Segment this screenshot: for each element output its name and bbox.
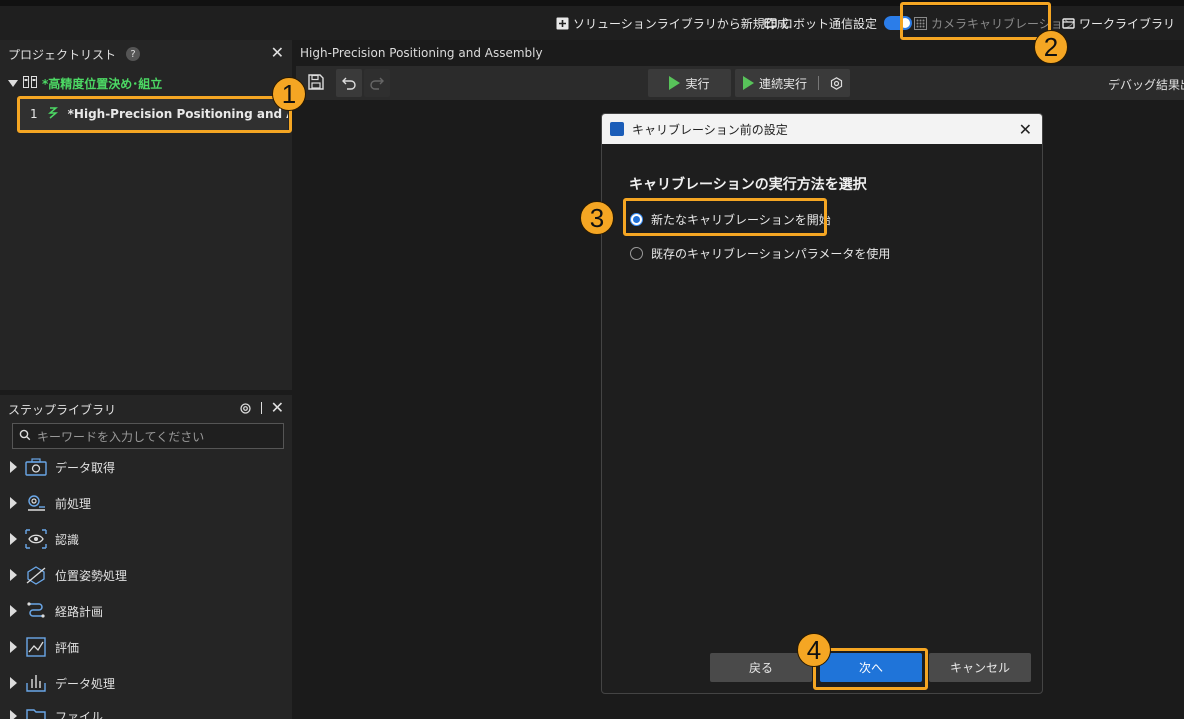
radio-selected-icon[interactable]: [630, 213, 643, 226]
data-icon: [25, 673, 47, 693]
work-library-button[interactable]: ワークライブラリ: [1062, 12, 1175, 34]
continuous-run-button[interactable]: 連続実行: [735, 69, 850, 97]
step-library-title: ステップライブラリ: [8, 402, 117, 417]
top-bar: ソリューションライブラリから新規作成 ロボット通信設定 カメラキャリブレーション…: [0, 0, 1184, 40]
expand-icon[interactable]: [10, 497, 17, 509]
step-category-label: 位置姿勢処理: [55, 568, 128, 583]
play-icon: [743, 76, 754, 90]
save-icon[interactable]: [308, 74, 324, 93]
dialog-title-bar: キャリブレーション前の設定 ✕: [602, 114, 1042, 144]
expand-icon[interactable]: [10, 641, 17, 653]
pin-icon[interactable]: [261, 402, 262, 414]
divider: [818, 76, 820, 90]
close-icon[interactable]: ✕: [1019, 120, 1032, 139]
project-group[interactable]: *高精度位置決め･組立: [8, 75, 162, 92]
cancel-button[interactable]: キャンセル: [929, 653, 1031, 682]
continuous-run-label: 連続実行: [759, 76, 808, 91]
radio-existing-parameters[interactable]: 既存のキャリブレーションパラメータを使用: [630, 245, 890, 262]
step-badge-4: 4: [797, 633, 831, 667]
undo-icon[interactable]: [336, 69, 362, 97]
step-category-preprocess[interactable]: 前処理: [10, 493, 91, 513]
step-category-label: データ処理: [55, 676, 116, 691]
solution-icon: [23, 76, 37, 91]
radio-new-calibration[interactable]: 新たなキャリブレーションを開始: [630, 211, 831, 228]
chart-icon: [25, 637, 47, 657]
project-list-panel: プロジェクトリスト ? ✕ *高精度位置決め･組立: [0, 40, 292, 390]
step-category-label: 前処理: [55, 496, 92, 511]
robot-comm-toggle[interactable]: [884, 16, 913, 30]
dialog-heading: キャリブレーションの実行方法を選択: [629, 177, 867, 193]
step-category-file[interactable]: ファイル: [10, 706, 103, 719]
robot-comm-button[interactable]: ロボット通信設定: [764, 12, 913, 34]
radio-new-calibration-label: 新たなキャリブレーションを開始: [651, 213, 831, 227]
expand-icon[interactable]: [10, 569, 17, 581]
project-list-item[interactable]: 1 *High-Precision Positioning and Asse..…: [18, 98, 288, 130]
project-item-name: *High-Precision Positioning and Asse...: [67, 107, 288, 121]
add-icon: [556, 17, 569, 30]
path-icon: [25, 601, 47, 621]
app-icon: [610, 122, 624, 136]
play-icon: [669, 76, 681, 90]
step-badge-1: 1: [272, 77, 306, 111]
robot-icon: [764, 17, 777, 30]
step-category-data-acquisition[interactable]: データ取得: [10, 457, 115, 477]
step-category-pose-processing[interactable]: 位置姿勢処理: [10, 565, 127, 585]
expand-icon[interactable]: [10, 461, 17, 473]
calibration-board-icon: [914, 16, 927, 30]
eye-icon: [25, 529, 47, 549]
redo-icon[interactable]: [364, 69, 390, 97]
run-button[interactable]: 実行: [648, 69, 731, 97]
robot-comm-label: ロボット通信設定: [781, 16, 878, 31]
step-category-path-planning[interactable]: 経路計画: [10, 601, 103, 621]
pose-icon: [25, 565, 47, 585]
new-from-library-button[interactable]: ソリューションライブラリから新規作成: [556, 12, 789, 34]
search-placeholder: キーワードを入力してください: [37, 429, 205, 444]
radio-unselected-icon[interactable]: [630, 247, 643, 260]
work-library-label: ワークライブラリ: [1079, 16, 1176, 31]
camera-calibration-label: カメラキャリブレーション: [931, 16, 1075, 31]
project-item-index: 1: [30, 107, 38, 121]
dialog-title: キャリブレーション前の設定: [632, 122, 788, 137]
expand-icon[interactable]: [10, 710, 17, 719]
close-icon[interactable]: ✕: [271, 45, 284, 61]
project-list-title: プロジェクトリスト: [8, 47, 117, 62]
settings-icon[interactable]: [830, 76, 843, 90]
debug-output-label[interactable]: デバッグ結果出力: [1108, 76, 1184, 93]
main-toolbar: 実行 連続実行 デバッグ結果出力: [296, 66, 1184, 100]
camera-icon: [25, 457, 47, 477]
step-category-label: 経路計画: [55, 604, 104, 619]
help-icon[interactable]: ?: [126, 47, 141, 61]
step-category-recognition[interactable]: 認識: [10, 529, 79, 549]
expand-icon[interactable]: [10, 677, 17, 689]
expand-icon[interactable]: [10, 533, 17, 545]
expand-icon[interactable]: [8, 80, 18, 87]
new-from-library-label: ソリューションライブラリから新規作成: [573, 16, 789, 31]
back-button[interactable]: 戻る: [710, 653, 812, 682]
gear-preprocess-icon: [25, 493, 47, 513]
step-category-evaluation[interactable]: 評価: [10, 637, 79, 657]
expand-icon[interactable]: [10, 605, 17, 617]
step-library-header: ステップライブラリ ✕: [0, 395, 292, 423]
step-badge-2: 2: [1034, 30, 1068, 64]
search-icon: [19, 429, 31, 444]
radio-existing-parameters-label: 既存のキャリブレーションパラメータを使用: [651, 247, 891, 261]
step-category-label: 認識: [55, 532, 80, 547]
project-list-header: プロジェクトリスト ? ✕: [0, 40, 292, 68]
search-input[interactable]: キーワードを入力してください: [12, 423, 284, 449]
run-label: 実行: [685, 76, 710, 91]
folder-icon: [25, 706, 47, 719]
project-status-icon: [47, 106, 58, 122]
settings-icon[interactable]: [239, 402, 252, 418]
step-category-data-processing[interactable]: データ処理: [10, 673, 115, 693]
calibration-settings-dialog: キャリブレーション前の設定 ✕ キャリブレーションの実行方法を選択 新たなキャリ…: [601, 113, 1043, 694]
next-button[interactable]: 次へ: [820, 653, 922, 682]
step-category-label: データ取得: [55, 460, 116, 475]
main-tab-title[interactable]: High-Precision Positioning and Assembly: [300, 46, 543, 60]
step-category-label: 評価: [55, 640, 80, 655]
close-icon[interactable]: ✕: [271, 400, 284, 416]
step-category-label: ファイル: [55, 709, 104, 719]
project-group-name: *高精度位置決め･組立: [42, 77, 163, 91]
step-badge-3: 3: [580, 201, 614, 235]
library-icon: [1062, 17, 1075, 30]
